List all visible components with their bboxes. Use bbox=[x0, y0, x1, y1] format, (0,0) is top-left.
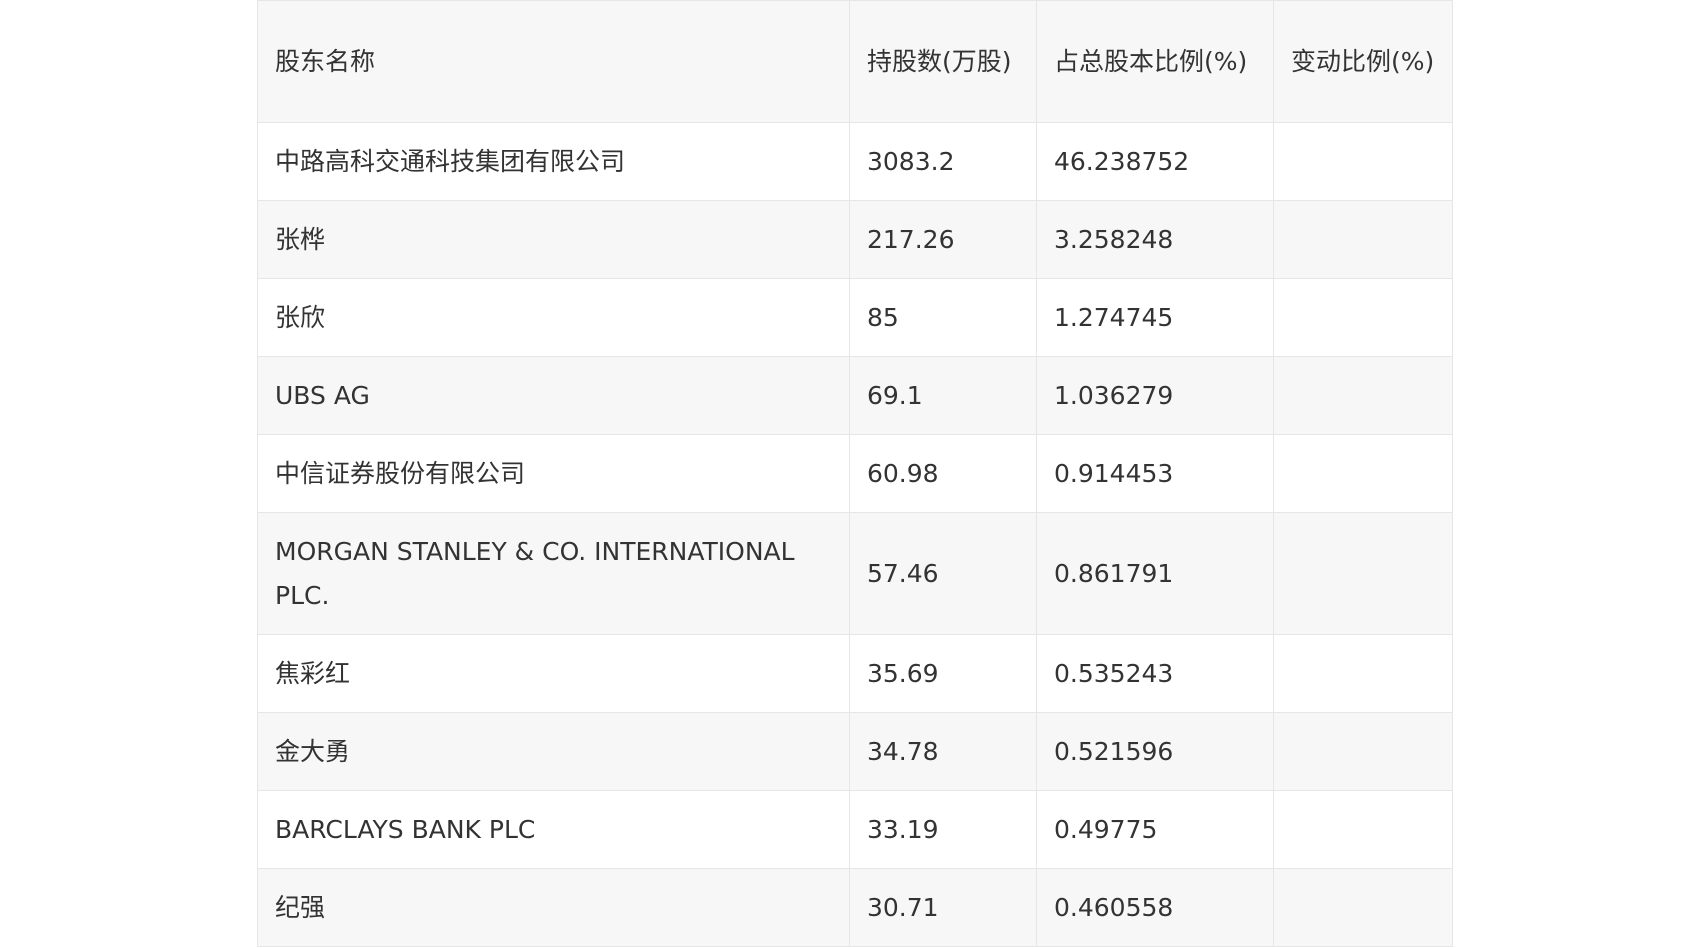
table-row: 焦彩红 35.69 0.535243 bbox=[257, 634, 1453, 713]
cell-shareholder-name: BARCLAYS BANK PLC bbox=[257, 790, 850, 869]
header-change-ratio: 变动比例(%) bbox=[1273, 0, 1453, 123]
cell-ratio: 0.521596 bbox=[1036, 712, 1274, 791]
cell-ratio: 0.535243 bbox=[1036, 634, 1274, 713]
cell-shares: 30.71 bbox=[849, 868, 1037, 947]
table-row: UBS AG 69.1 1.036279 bbox=[257, 356, 1453, 435]
cell-change-ratio bbox=[1273, 200, 1453, 279]
cell-shareholder-name: UBS AG bbox=[257, 356, 850, 435]
table-header: 股东名称 持股数(万股) 占总股本比例(%) 变动比例(%) bbox=[257, 0, 1453, 123]
cell-shareholder-name: 中信证券股份有限公司 bbox=[257, 434, 850, 513]
cell-shareholder-name: 张桦 bbox=[257, 200, 850, 279]
cell-change-ratio bbox=[1273, 790, 1453, 869]
table-row: 金大勇 34.78 0.521596 bbox=[257, 712, 1453, 791]
cell-shareholder-name: 金大勇 bbox=[257, 712, 850, 791]
cell-shareholder-name: 张欣 bbox=[257, 278, 850, 357]
cell-shares: 69.1 bbox=[849, 356, 1037, 435]
header-shares: 持股数(万股) bbox=[849, 0, 1037, 123]
table-row: 张欣 85 1.274745 bbox=[257, 278, 1453, 357]
cell-shares: 217.26 bbox=[849, 200, 1037, 279]
table-row: MORGAN STANLEY & CO. INTERNATIONAL PLC. … bbox=[257, 512, 1453, 635]
table-row: 中信证券股份有限公司 60.98 0.914453 bbox=[257, 434, 1453, 513]
table-row: 张桦 217.26 3.258248 bbox=[257, 200, 1453, 279]
cell-shareholder-name: 纪强 bbox=[257, 868, 850, 947]
cell-ratio: 0.914453 bbox=[1036, 434, 1274, 513]
table-row: BARCLAYS BANK PLC 33.19 0.49775 bbox=[257, 790, 1453, 869]
shareholder-table: 股东名称 持股数(万股) 占总股本比例(%) 变动比例(%) 中路高科交通科技集… bbox=[257, 0, 1453, 947]
cell-change-ratio bbox=[1273, 512, 1453, 635]
cell-shares: 33.19 bbox=[849, 790, 1037, 869]
header-ratio: 占总股本比例(%) bbox=[1036, 0, 1274, 123]
table-body: 中路高科交通科技集团有限公司 3083.2 46.238752 张桦 217.2… bbox=[257, 122, 1453, 947]
cell-ratio: 0.49775 bbox=[1036, 790, 1274, 869]
cell-shares: 3083.2 bbox=[849, 122, 1037, 201]
shareholder-table-container: 股东名称 持股数(万股) 占总股本比例(%) 变动比例(%) 中路高科交通科技集… bbox=[257, 0, 1453, 947]
cell-ratio: 46.238752 bbox=[1036, 122, 1274, 201]
cell-change-ratio bbox=[1273, 122, 1453, 201]
header-shareholder-name: 股东名称 bbox=[257, 0, 850, 123]
cell-ratio: 1.036279 bbox=[1036, 356, 1274, 435]
cell-ratio: 0.460558 bbox=[1036, 868, 1274, 947]
cell-change-ratio bbox=[1273, 712, 1453, 791]
cell-shares: 35.69 bbox=[849, 634, 1037, 713]
cell-shareholder-name: MORGAN STANLEY & CO. INTERNATIONAL PLC. bbox=[257, 512, 850, 635]
table-row: 纪强 30.71 0.460558 bbox=[257, 868, 1453, 947]
cell-change-ratio bbox=[1273, 434, 1453, 513]
cell-change-ratio bbox=[1273, 868, 1453, 947]
cell-ratio: 3.258248 bbox=[1036, 200, 1274, 279]
cell-change-ratio bbox=[1273, 356, 1453, 435]
cell-change-ratio bbox=[1273, 278, 1453, 357]
cell-shares: 85 bbox=[849, 278, 1037, 357]
cell-ratio: 1.274745 bbox=[1036, 278, 1274, 357]
cell-change-ratio bbox=[1273, 634, 1453, 713]
cell-shares: 60.98 bbox=[849, 434, 1037, 513]
cell-shareholder-name: 中路高科交通科技集团有限公司 bbox=[257, 122, 850, 201]
cell-shareholder-name: 焦彩红 bbox=[257, 634, 850, 713]
header-row: 股东名称 持股数(万股) 占总股本比例(%) 变动比例(%) bbox=[257, 0, 1453, 123]
cell-ratio: 0.861791 bbox=[1036, 512, 1274, 635]
table-row: 中路高科交通科技集团有限公司 3083.2 46.238752 bbox=[257, 122, 1453, 201]
cell-shares: 34.78 bbox=[849, 712, 1037, 791]
cell-shares: 57.46 bbox=[849, 512, 1037, 635]
